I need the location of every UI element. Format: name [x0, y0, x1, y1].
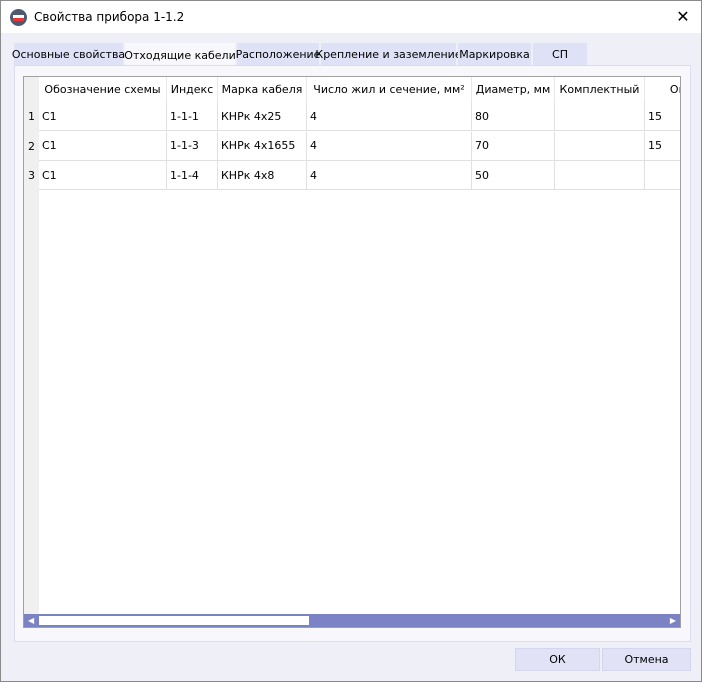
column-header[interactable]: Диаметр, мм	[472, 77, 555, 102]
column-header[interactable]: Огра	[645, 77, 680, 102]
table-cell[interactable]: 4	[307, 102, 472, 131]
tab-sp[interactable]: СП	[533, 43, 587, 65]
table-cell[interactable]: 1-1-1	[167, 102, 218, 131]
app-logo-icon	[10, 8, 27, 26]
scrollbar-thumb[interactable]	[39, 616, 309, 625]
table-cell[interactable]: C1	[39, 131, 167, 161]
table-cell[interactable]: C1	[39, 161, 167, 190]
scroll-right-icon[interactable]: ▶	[670, 614, 676, 627]
table-cell[interactable]: 4	[307, 161, 472, 190]
table-cell[interactable]: 15	[645, 132, 680, 161]
table-cell[interactable]: 1-1-4	[167, 161, 218, 190]
tab-location[interactable]: Расположение	[236, 43, 320, 65]
table-cell[interactable]	[555, 102, 645, 131]
table-cell[interactable]: КНРк 4x1655	[218, 131, 307, 161]
column-header[interactable]: Обозначение схемы	[39, 77, 167, 102]
table-cell[interactable]	[555, 161, 645, 190]
scroll-left-icon[interactable]: ◀	[28, 614, 34, 627]
ok-button[interactable]: ОК	[515, 648, 600, 671]
table-cell[interactable]: 15	[645, 102, 680, 131]
title-bar: Свойства прибора 1-1.2 ✕	[1, 1, 701, 33]
table-cell[interactable]	[645, 161, 680, 190]
table-cell[interactable]: 4	[307, 131, 472, 161]
tab-outgoing-cables[interactable]: Отходящие кабели	[124, 43, 236, 67]
tab-marking[interactable]: Маркировка	[458, 43, 531, 65]
table-cell[interactable]: 50	[472, 161, 555, 190]
close-icon[interactable]: ✕	[673, 7, 693, 26]
horizontal-scrollbar[interactable]: ◀ ▶	[24, 614, 680, 627]
dialog-window: Свойства прибора 1-1.2 ✕ Основные свойст…	[0, 0, 702, 682]
column-header[interactable]: Комплектный	[555, 77, 645, 102]
column-header[interactable]: Индекс	[167, 77, 218, 102]
row-number: 3	[28, 169, 35, 182]
table-cell[interactable]: 1-1-3	[167, 131, 218, 161]
table-cell[interactable]: 80	[472, 102, 555, 131]
column-header[interactable]: Число жил и сечение, мм²	[307, 77, 472, 102]
tab-mounting-grounding[interactable]: Крепление и заземление	[315, 43, 462, 65]
tab-basic-properties[interactable]: Основные свойства	[12, 43, 125, 65]
column-header[interactable]: Марка кабеля	[218, 77, 307, 102]
table-cell[interactable]: 70	[472, 131, 555, 161]
window-title: Свойства прибора 1-1.2	[34, 10, 185, 24]
row-number: 2	[28, 139, 35, 153]
table-cell[interactable]	[555, 131, 645, 161]
table-cell[interactable]: C1	[39, 102, 167, 131]
cancel-button[interactable]: Отмена	[602, 648, 691, 671]
table-cell[interactable]: КНРк 4x8	[218, 161, 307, 190]
cables-table: ◀ ▶ Обозначение схемы Индекс Марка кабеля Ч…	[23, 76, 681, 628]
table-cell[interactable]: КНРк 4x25	[218, 102, 307, 131]
row-number: 1	[28, 110, 35, 123]
